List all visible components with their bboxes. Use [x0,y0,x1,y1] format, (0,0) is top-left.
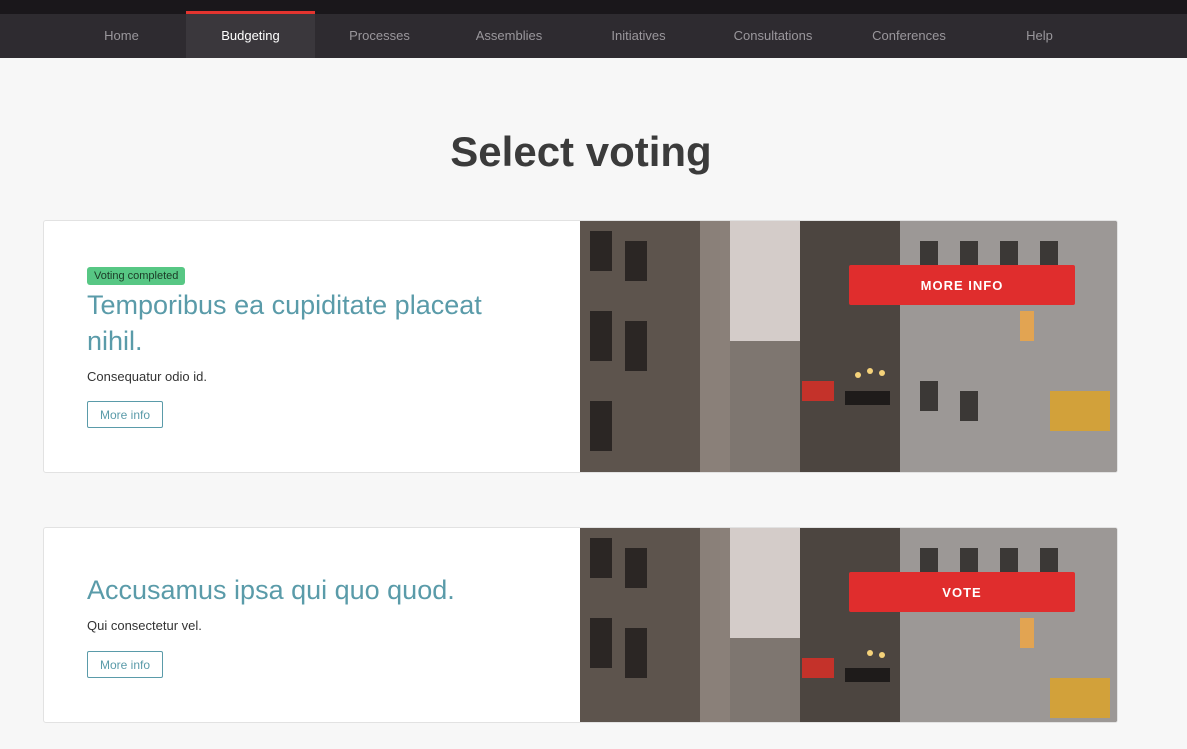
nav-item-consultations[interactable]: Consultations [703,14,843,58]
voting-card: Voting completed Temporibus ea cupiditat… [43,220,1118,473]
top-strip [0,0,1187,14]
status-badge: Voting completed [87,267,186,285]
nav-item-processes[interactable]: Processes [315,14,444,58]
nav-item-assemblies[interactable]: Assemblies [444,14,574,58]
more-info-cta-button[interactable]: MORE INFO [849,265,1075,305]
more-info-button[interactable]: More info [87,651,164,678]
nav-item-conferences[interactable]: Conferences [843,14,975,58]
street-photo-icon [580,221,1117,472]
nav-item-initiatives[interactable]: Initiatives [574,14,703,58]
main-nav: Home Budgeting Processes Assemblies Init… [0,11,1187,58]
more-info-button[interactable]: More info [87,401,164,428]
page-title: Select voting [450,128,712,175]
nav-item-home[interactable]: Home [57,14,186,58]
voting-image: VOTE [580,528,1117,722]
voting-title[interactable]: Accusamus ipsa qui quo quod. [87,572,527,608]
nav-item-budgeting[interactable]: Budgeting [186,11,315,58]
voting-description: Consequatur odio id. [87,369,207,384]
street-photo-icon [580,528,1117,722]
voting-card-body: Accusamus ipsa qui quo quod. Qui consect… [44,528,580,722]
vote-button[interactable]: VOTE [849,572,1075,612]
voting-title[interactable]: Temporibus ea cupiditate placeat nihil. [87,287,527,359]
voting-image: MORE INFO [580,221,1117,472]
voting-description: Qui consectetur vel. [87,618,202,633]
voting-card: Accusamus ipsa qui quo quod. Qui consect… [43,527,1118,723]
nav-item-help[interactable]: Help [975,14,1104,58]
voting-card-body: Voting completed Temporibus ea cupiditat… [44,221,580,472]
